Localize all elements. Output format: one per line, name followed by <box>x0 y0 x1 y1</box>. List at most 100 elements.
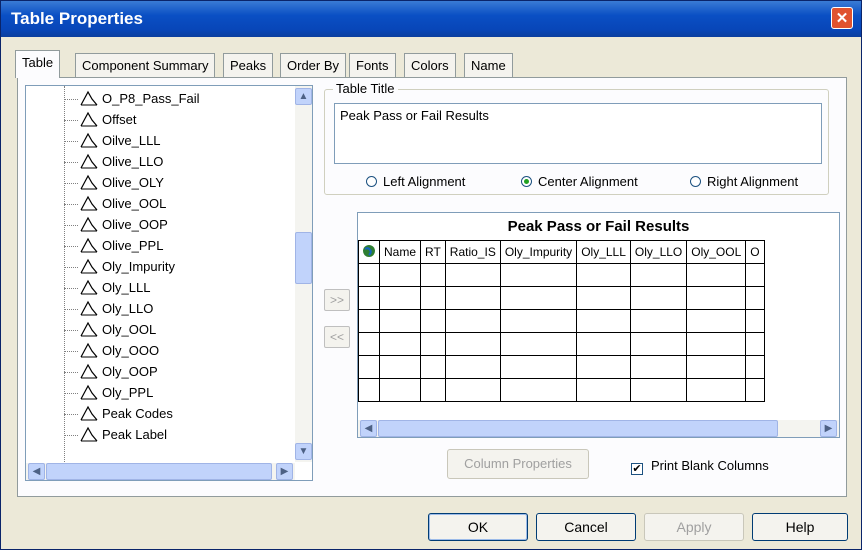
scroll-thumb-horizontal[interactable] <box>378 420 778 437</box>
grid-column-header[interactable]: Oly_LLO <box>629 240 688 264</box>
tree-item[interactable]: Peak Label <box>64 424 167 446</box>
grid-cell[interactable] <box>378 355 422 379</box>
table-title-input[interactable]: Peak Pass or Fail Results <box>334 103 822 164</box>
scroll-thumb[interactable] <box>295 232 312 284</box>
grid-cell[interactable] <box>576 286 631 310</box>
grid-cell[interactable] <box>444 378 501 402</box>
grid-cell[interactable] <box>499 263 578 287</box>
grid-cell[interactable] <box>444 263 501 287</box>
grid-cell[interactable] <box>686 355 747 379</box>
grid-cell[interactable] <box>444 309 501 333</box>
tree-item[interactable]: Oilve_LLL <box>64 130 161 152</box>
grid-cell[interactable] <box>378 286 422 310</box>
apply-button[interactable]: Apply <box>644 513 744 541</box>
scroll-right-button[interactable]: ▶ <box>820 420 837 437</box>
remove-column-button[interactable]: << <box>324 326 350 348</box>
grid-cell[interactable] <box>629 286 688 310</box>
grid-column-header[interactable]: O <box>745 240 765 264</box>
grid-cell[interactable] <box>420 378 446 402</box>
grid-cell[interactable] <box>358 332 380 356</box>
grid-column-header[interactable]: RT <box>420 240 446 264</box>
tab-peaks[interactable]: Peaks <box>223 53 274 77</box>
tab-table[interactable]: Table <box>15 50 61 78</box>
grid-cell[interactable] <box>686 332 747 356</box>
grid-cell[interactable] <box>686 378 747 402</box>
grid-column-header[interactable]: Oly_OOL <box>686 240 747 264</box>
grid-cell[interactable] <box>358 263 380 287</box>
grid-cell[interactable] <box>576 263 631 287</box>
tree-horizontal-scrollbar[interactable]: ◀ ▶ <box>26 463 295 480</box>
help-button[interactable]: Help <box>752 513 848 541</box>
grid-cell[interactable] <box>686 263 747 287</box>
grid-cell[interactable] <box>745 309 765 333</box>
grid-cell[interactable] <box>378 332 422 356</box>
globe-icon[interactable] <box>358 240 380 264</box>
grid-cell[interactable] <box>420 309 446 333</box>
field-tree[interactable]: O_P8_Pass_Fail Offset Oilve_LLL Olive_LLO Ol… <box>25 85 313 481</box>
scroll-left-button[interactable]: ◀ <box>28 463 45 480</box>
grid-cell[interactable] <box>444 332 501 356</box>
tree-item[interactable]: Oly_LLL <box>64 277 150 299</box>
scroll-up-button[interactable]: ▲ <box>295 88 312 105</box>
grid-cell[interactable] <box>444 286 501 310</box>
grid-cell[interactable] <box>499 309 578 333</box>
grid-cell[interactable] <box>629 355 688 379</box>
add-column-button[interactable]: >> <box>324 289 350 311</box>
grid-cell[interactable] <box>499 378 578 402</box>
tree-item[interactable]: Oly_OOO <box>64 340 159 362</box>
tab-component-summary[interactable]: Component Summary <box>75 53 216 77</box>
tree-item[interactable]: O_P8_Pass_Fail <box>64 88 200 110</box>
tree-item[interactable]: Oly_PPL <box>64 382 153 404</box>
scroll-down-button[interactable]: ▼ <box>295 443 312 460</box>
grid-horizontal-scrollbar[interactable]: ◀ ▶ <box>358 420 839 437</box>
grid-column-header[interactable]: Oly_Impurity <box>499 240 578 264</box>
grid-cell[interactable] <box>576 332 631 356</box>
tree-item[interactable]: Olive_OOL <box>64 193 166 215</box>
tab-colors[interactable]: Colors <box>404 53 456 77</box>
grid-cell[interactable] <box>420 355 446 379</box>
grid-cell[interactable] <box>499 355 578 379</box>
grid-cell[interactable] <box>576 355 631 379</box>
grid-column-header[interactable]: Oly_LLL <box>576 240 631 264</box>
center-alignment-radio[interactable]: Center Alignment <box>521 174 638 189</box>
tree-item[interactable]: Peak Codes <box>64 403 173 425</box>
tab-order-by[interactable]: Order By <box>280 53 347 77</box>
grid-cell[interactable] <box>629 263 688 287</box>
tree-item[interactable]: Offset <box>64 109 136 131</box>
grid-cell[interactable] <box>378 263 422 287</box>
scroll-left-button[interactable]: ◀ <box>360 420 377 437</box>
grid-cell[interactable] <box>686 286 747 310</box>
grid-cell[interactable] <box>745 286 765 310</box>
grid-cell[interactable] <box>686 309 747 333</box>
tree-item[interactable]: Olive_OLY <box>64 172 164 194</box>
grid-cell[interactable] <box>745 355 765 379</box>
grid-cell[interactable] <box>358 355 380 379</box>
tree-item[interactable]: Olive_LLO <box>64 151 163 173</box>
tree-item[interactable]: Oly_Impurity <box>64 256 175 278</box>
close-button[interactable]: ✕ <box>831 7 853 29</box>
scroll-right-button[interactable]: ▶ <box>276 463 293 480</box>
grid-cell[interactable] <box>358 309 380 333</box>
right-alignment-radio[interactable]: Right Alignment <box>690 174 798 189</box>
grid-cell[interactable] <box>745 378 765 402</box>
cancel-button[interactable]: Cancel <box>536 513 636 541</box>
grid-cell[interactable] <box>420 286 446 310</box>
grid-cell[interactable] <box>378 378 422 402</box>
grid-cell[interactable] <box>420 332 446 356</box>
grid-cell[interactable] <box>420 263 446 287</box>
tree-item[interactable]: Olive_OOP <box>64 214 168 236</box>
grid-cell[interactable] <box>499 332 578 356</box>
grid-cell[interactable] <box>358 286 380 310</box>
grid-cell[interactable] <box>629 378 688 402</box>
column-properties-button[interactable]: Column Properties <box>447 449 589 479</box>
tree-item[interactable]: Oly_OOL <box>64 319 156 341</box>
grid-cell[interactable] <box>629 332 688 356</box>
tab-name[interactable]: Name <box>464 53 513 77</box>
grid-column-header[interactable]: Name <box>378 240 422 264</box>
table-preview-grid[interactable]: Peak Pass or Fail Results Name RT Ratio_… <box>357 212 840 438</box>
tree-vertical-scrollbar[interactable]: ▲ ▼ <box>295 86 312 462</box>
grid-cell[interactable] <box>444 355 501 379</box>
grid-cell[interactable] <box>745 332 765 356</box>
scroll-thumb-horizontal[interactable] <box>46 463 272 480</box>
tree-item[interactable]: Olive_PPL <box>64 235 163 257</box>
